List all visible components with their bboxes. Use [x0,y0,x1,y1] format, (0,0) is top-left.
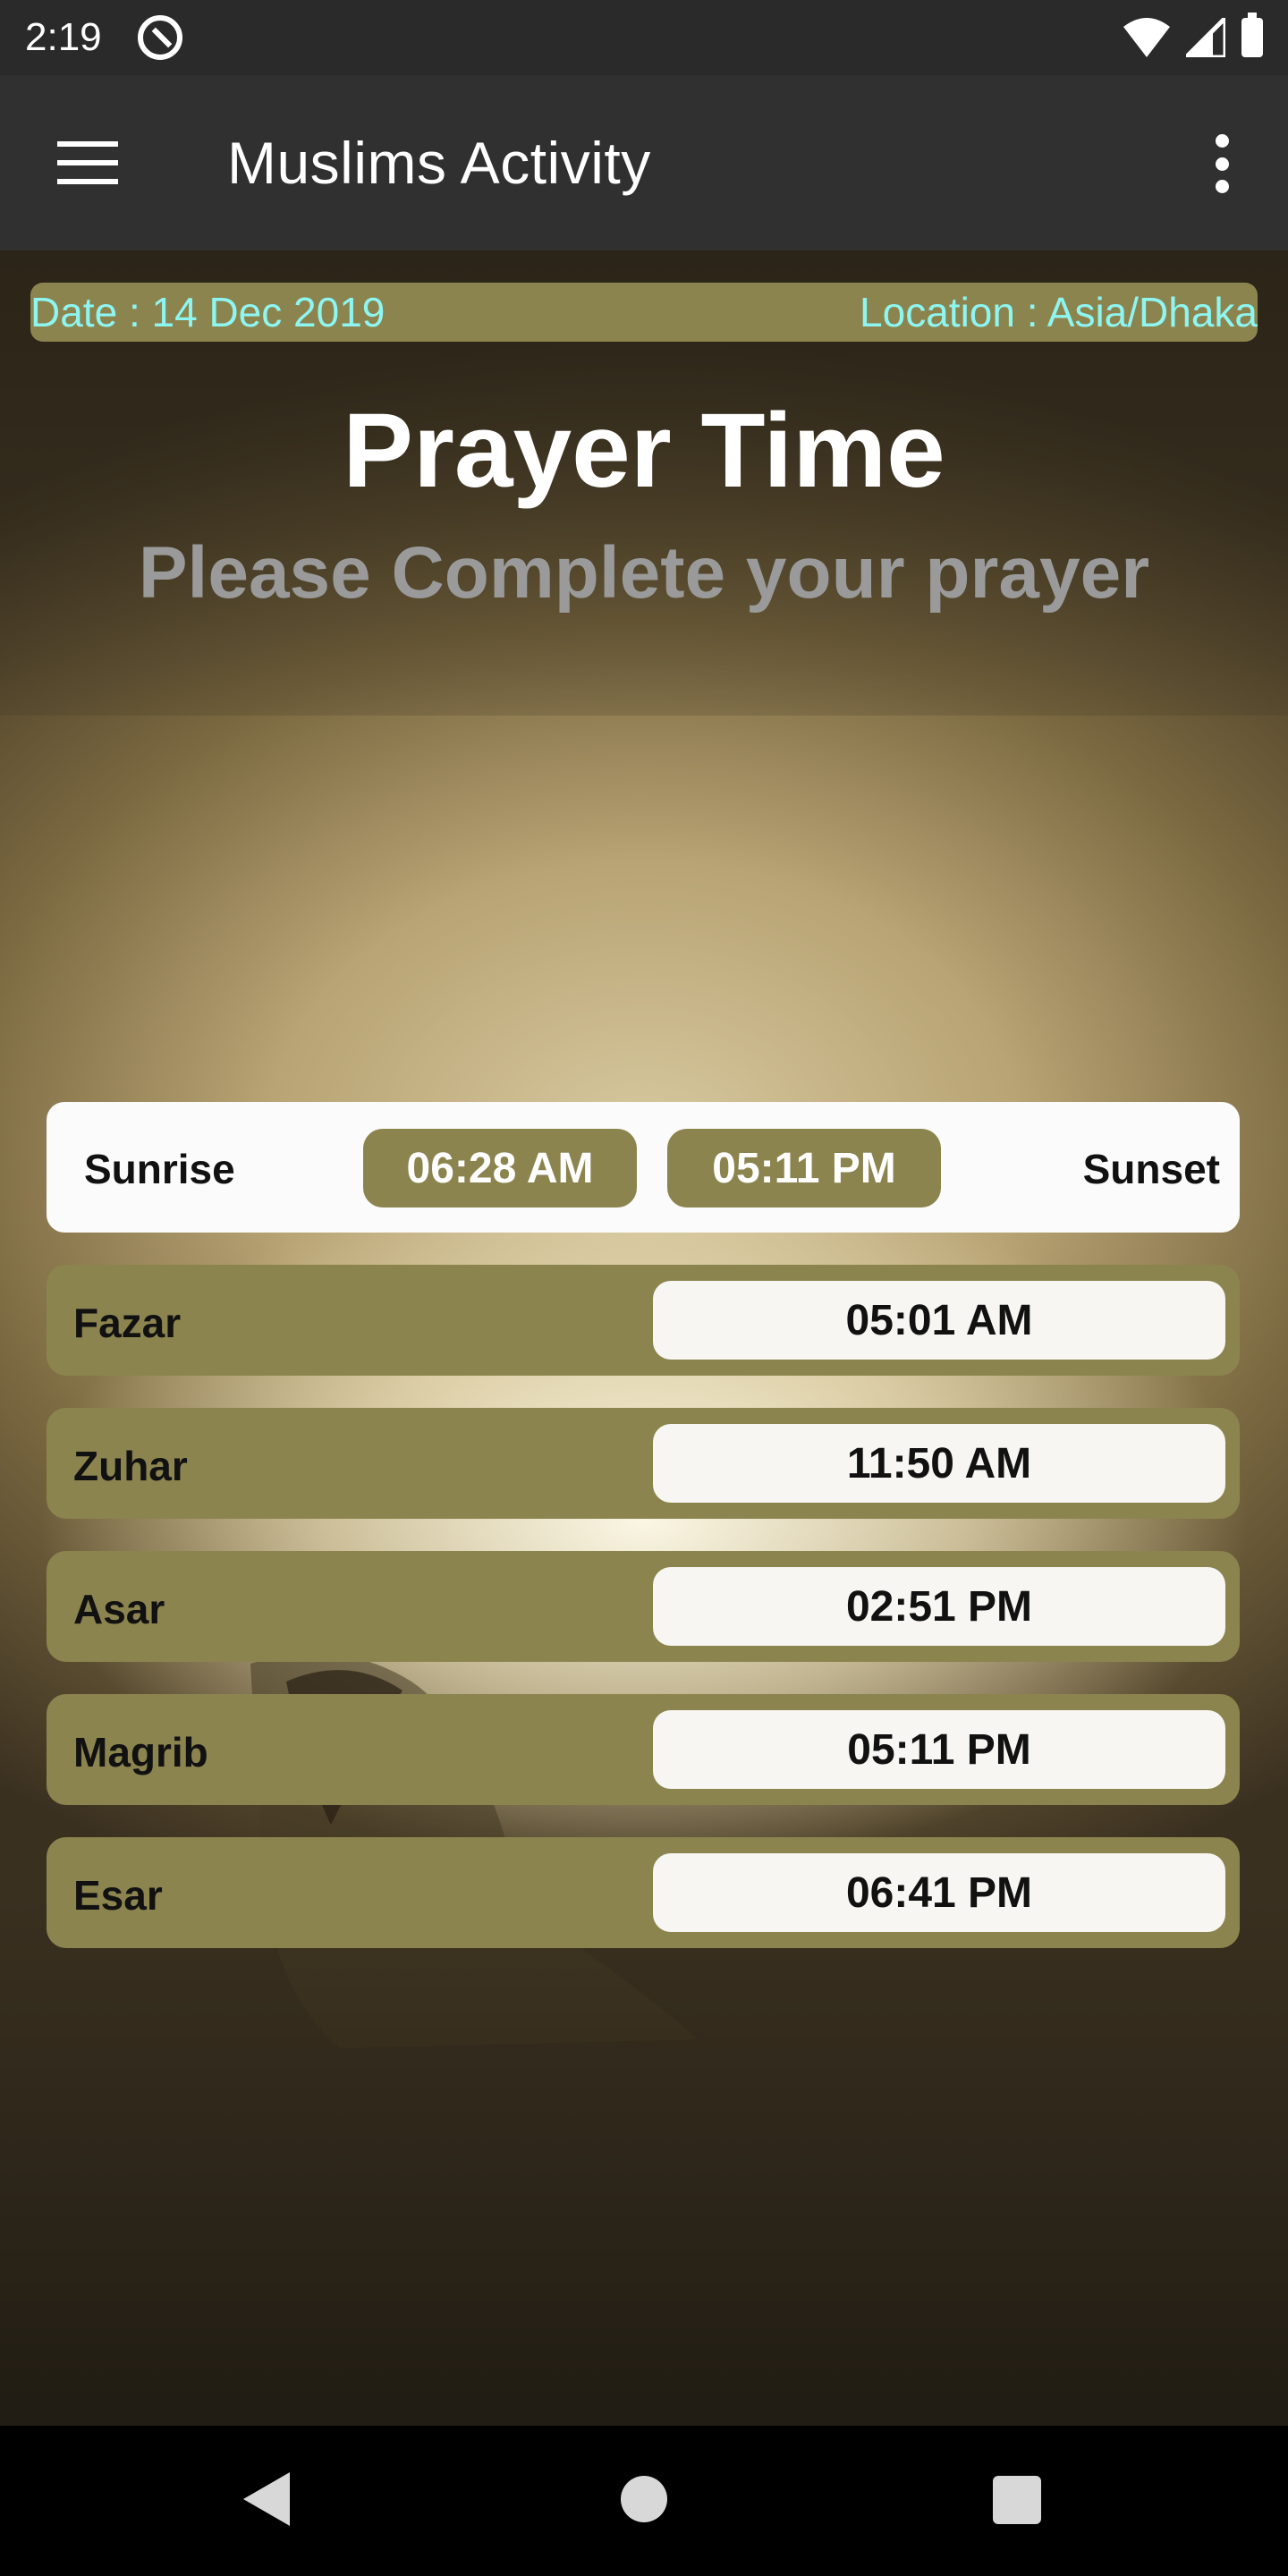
prayer-row-asar[interactable]: Asar 02:51 PM [47,1551,1240,1662]
prayer-time: 05:11 PM [653,1710,1225,1789]
prayer-name: Fazar [73,1300,182,1346]
sunrise-time: 06:28 AM [363,1129,637,1208]
notification-app-icon [137,15,182,60]
prayer-name: Magrib [73,1729,208,1775]
overflow-menu-icon[interactable] [1211,134,1233,193]
home-icon[interactable] [621,2476,667,2522]
status-bar: 2:19 [0,0,1288,75]
prayer-time: 02:51 PM [653,1567,1225,1646]
battery-icon [1241,13,1263,57]
wifi-icon [1123,18,1170,57]
background-shade-bottom [0,1889,1288,2426]
prayer-name: Asar [73,1586,165,1632]
status-time: 2:19 [25,15,102,59]
recent-apps-icon[interactable] [993,2476,1041,2524]
prayer-row-fazar[interactable]: Fazar 05:01 AM [47,1265,1240,1376]
sunrise-sunset-card: Sunrise 06:28 AM 05:11 PM Sunset [47,1102,1240,1233]
location-label: Location : Asia/Dhaka [860,289,1258,335]
sunset-label: Sunset [1082,1146,1220,1192]
prayer-row-esar[interactable]: Esar 06:41 PM [47,1837,1240,1948]
sunset-time: 05:11 PM [667,1129,941,1208]
signal-icon [1186,18,1225,57]
prayer-time: 11:50 AM [653,1424,1225,1503]
prayer-name: Esar [73,1872,163,1919]
back-icon[interactable] [243,2472,290,2526]
prayer-row-magrib[interactable]: Magrib 05:11 PM [47,1694,1240,1805]
hamburger-menu-icon[interactable] [57,141,118,184]
date-label: Date : 14 Dec 2019 [30,289,386,335]
info-strip: Date : 14 Dec 2019 Location : Asia/Dhaka [30,283,1258,342]
prayer-time: 05:01 AM [653,1281,1225,1360]
system-navigation-bar [0,2426,1288,2576]
app-title: Muslims Activity [227,130,651,196]
page-subtitle: Please Complete your prayer [138,532,1150,614]
app-bar: Muslims Activity [0,75,1288,250]
prayer-content: Date : 14 Dec 2019 Location : Asia/Dhaka… [0,250,1288,2426]
prayer-row-zuhar[interactable]: Zuhar 11:50 AM [47,1408,1240,1519]
prayer-name: Zuhar [73,1443,188,1489]
status-icons [1123,13,1263,57]
page-title: Prayer Time [343,392,945,510]
prayer-time: 06:41 PM [653,1853,1225,1932]
sunrise-label: Sunrise [84,1146,235,1192]
